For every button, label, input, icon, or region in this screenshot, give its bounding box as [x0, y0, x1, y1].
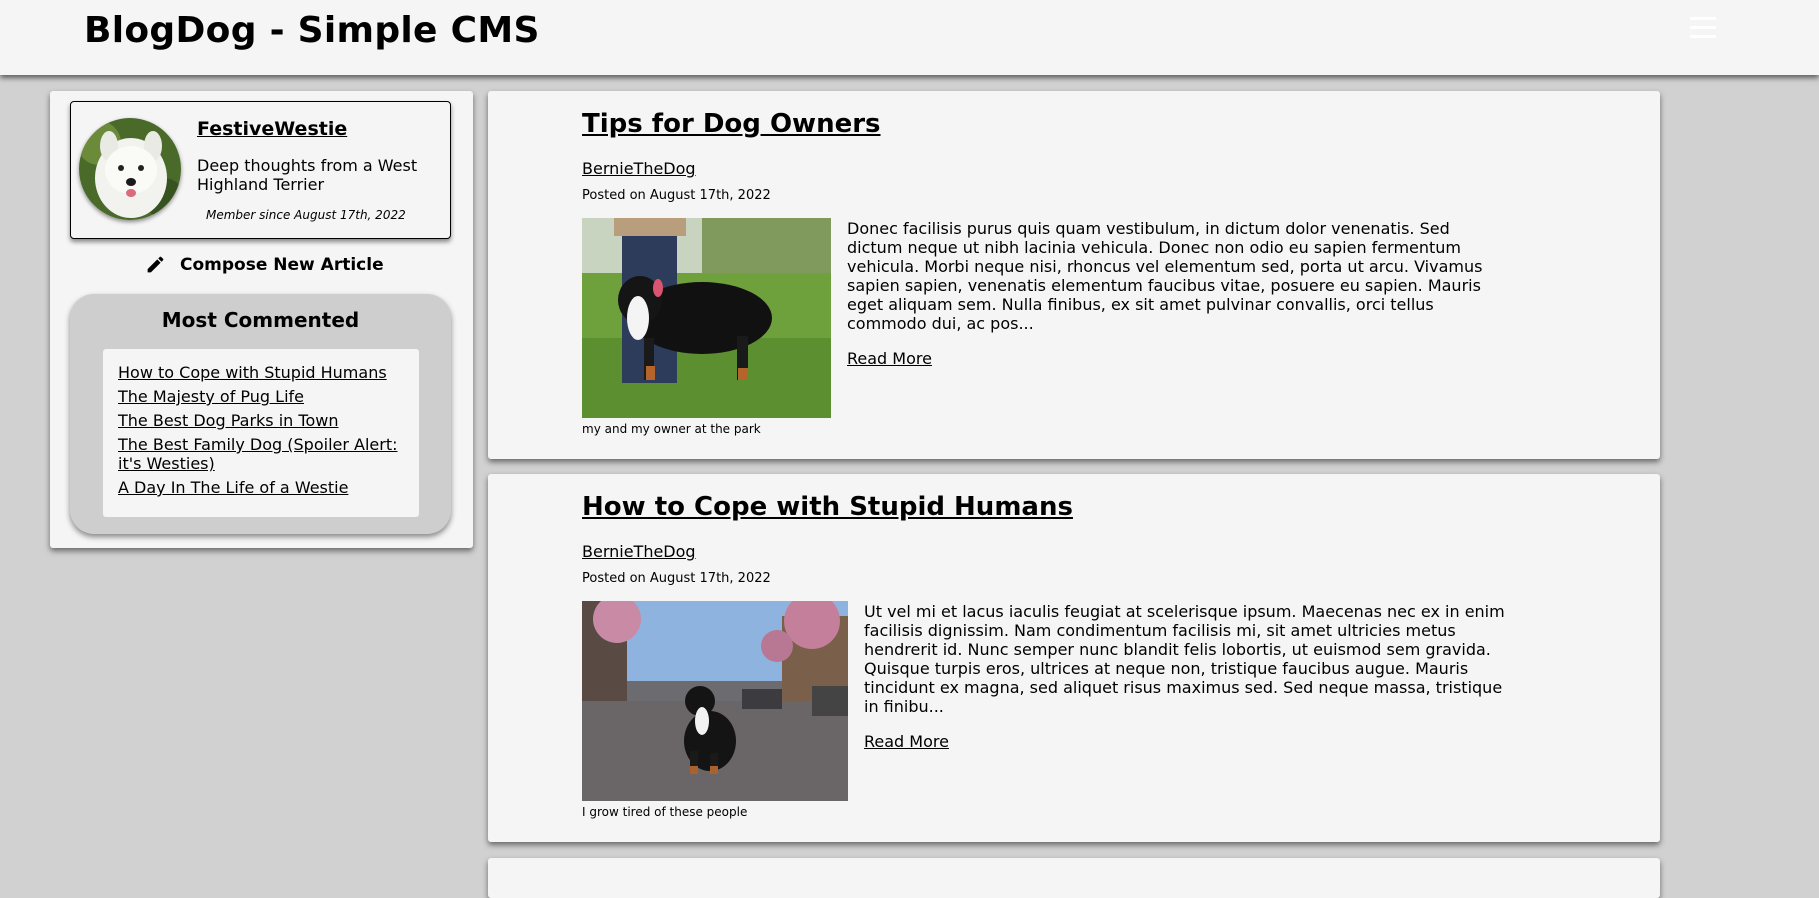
- article-card: Tips for Dog Owners BernieTheDog Posted …: [488, 91, 1660, 459]
- compose-label: Compose New Article: [180, 254, 384, 275]
- member-since-text: Member since August 17th, 2022: [206, 208, 406, 222]
- most-commented-panel: Most Commented How to Cope with Stupid H…: [70, 294, 451, 534]
- article-date: Posted on August 17th, 2022: [582, 188, 771, 203]
- pencil-icon: [147, 256, 164, 273]
- hamburger-menu-icon[interactable]: [1690, 17, 1716, 41]
- profile-bio: Deep thoughts from a West Highland Terri…: [197, 156, 418, 194]
- profile-username-link[interactable]: FestiveWestie: [197, 118, 347, 140]
- image-caption: I grow tired of these people: [582, 805, 748, 819]
- most-commented-list: How to Cope with Stupid Humans The Majes…: [103, 349, 419, 517]
- article-image: [582, 601, 848, 801]
- article-card: [488, 858, 1660, 898]
- article-title-link[interactable]: How to Cope with Stupid Humans: [582, 492, 1073, 522]
- compose-new-article-button[interactable]: Compose New Article: [145, 254, 384, 275]
- article-excerpt: Ut vel mi et lacus iaculis feugiat at sc…: [864, 602, 1505, 716]
- article-image: [582, 218, 831, 418]
- most-commented-link[interactable]: The Majesty of Pug Life: [118, 387, 304, 406]
- site-title[interactable]: BlogDog - Simple CMS: [84, 10, 540, 51]
- list-item: A Day In The Life of a Westie: [103, 478, 419, 497]
- list-item: The Best Family Dog (Spoiler Alert: it's…: [103, 435, 419, 473]
- article-author-link[interactable]: BernieTheDog: [582, 159, 696, 178]
- most-commented-link[interactable]: The Best Family Dog (Spoiler Alert: it's…: [118, 435, 398, 473]
- read-more-link[interactable]: Read More: [864, 732, 949, 751]
- article-date: Posted on August 17th, 2022: [582, 571, 771, 586]
- most-commented-link[interactable]: How to Cope with Stupid Humans: [118, 363, 387, 382]
- top-navbar: BlogDog - Simple CMS: [0, 0, 1819, 75]
- sidebar: FestiveWestie Deep thoughts from a West …: [50, 91, 473, 548]
- list-item: The Majesty of Pug Life: [103, 387, 419, 406]
- article-card: How to Cope with Stupid Humans BernieThe…: [488, 474, 1660, 842]
- article-title-link[interactable]: Tips for Dog Owners: [582, 109, 881, 139]
- profile-card: FestiveWestie Deep thoughts from a West …: [70, 101, 451, 239]
- most-commented-title: Most Commented: [161, 308, 360, 332]
- list-item: How to Cope with Stupid Humans: [103, 363, 419, 382]
- article-author-link[interactable]: BernieTheDog: [582, 542, 696, 561]
- list-item: The Best Dog Parks in Town: [103, 411, 419, 430]
- article-excerpt: Donec facilisis purus quis quam vestibul…: [847, 219, 1483, 333]
- avatar: [79, 118, 181, 220]
- most-commented-link[interactable]: The Best Dog Parks in Town: [118, 411, 338, 430]
- read-more-link[interactable]: Read More: [847, 349, 932, 368]
- image-caption: my and my owner at the park: [582, 422, 761, 436]
- most-commented-link[interactable]: A Day In The Life of a Westie: [118, 478, 348, 497]
